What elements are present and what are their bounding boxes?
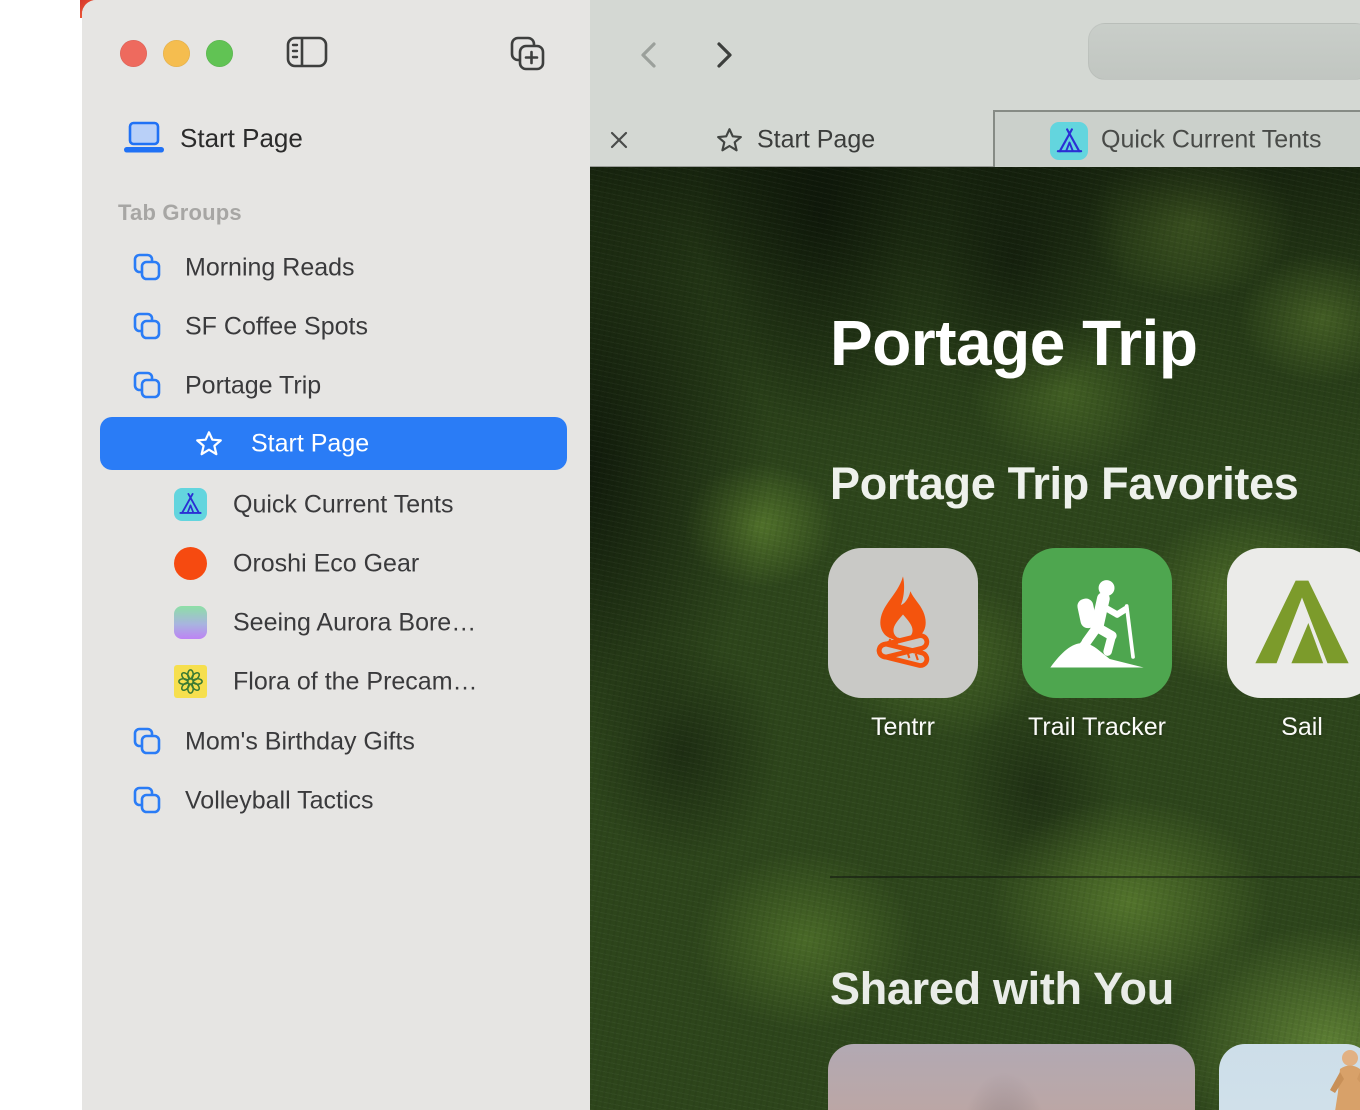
sidebar-item-morning-reads[interactable]: Morning Reads xyxy=(82,238,590,297)
tab-label: Start Page xyxy=(251,429,369,458)
sidebar-toggle-button[interactable] xyxy=(286,35,328,69)
favorite-trail-tracker[interactable]: Trail Tracker xyxy=(1022,548,1172,742)
mountain-icon xyxy=(1227,548,1360,698)
start-page: Portage Trip Portage Trip Favorites xyxy=(590,167,1360,1110)
tab-label: Seeing Aurora Bore… xyxy=(233,608,476,637)
sidebar-item-portage-trip[interactable]: Portage Trip xyxy=(82,356,590,415)
tab-group-icon xyxy=(132,252,163,283)
hiker-icon xyxy=(1022,548,1172,698)
favorite-label: Trail Tracker xyxy=(1022,713,1172,742)
sidebar-item-start-page-top[interactable]: Start Page xyxy=(122,118,303,158)
favorite-sail[interactable]: Sail xyxy=(1227,548,1360,742)
favorite-tentrr[interactable]: Tentrr xyxy=(828,548,978,742)
tab-quick-current-tents[interactable]: Quick Current Tents xyxy=(993,110,1360,167)
campfire-icon xyxy=(828,548,978,698)
sidebar-item-start-page-selected[interactable]: Start Page xyxy=(100,417,567,470)
group-label: SF Coffee Spots xyxy=(185,312,368,341)
sidebar-item-sf-coffee-spots[interactable]: SF Coffee Spots xyxy=(82,297,590,356)
plus-squares-icon xyxy=(507,33,547,73)
sidebar-item-flora-precam[interactable]: Flora of the Precam… xyxy=(82,652,590,711)
tent-app-icon xyxy=(174,488,207,521)
address-bar[interactable] xyxy=(1088,23,1360,80)
sidebar: Start Page Tab Groups Morning Reads SF C… xyxy=(82,0,590,1110)
favorite-label: Sail xyxy=(1227,713,1360,742)
fullscreen-window-button[interactable] xyxy=(206,40,233,67)
group-label: Portage Trip xyxy=(185,371,321,400)
section-divider xyxy=(830,876,1360,878)
sidebar-item-quick-current-tents[interactable]: Quick Current Tents xyxy=(82,475,590,534)
close-window-button[interactable] xyxy=(120,40,147,67)
tab-groups-header: Tab Groups xyxy=(118,200,242,226)
chevron-left-icon xyxy=(635,40,665,70)
group-label: Volleyball Tactics xyxy=(185,786,374,815)
group-label: Mom's Birthday Gifts xyxy=(185,727,415,756)
orange-circle-icon xyxy=(174,547,207,580)
start-page-label: Start Page xyxy=(180,123,303,154)
toolbar: Start Page Quick Current Tents xyxy=(590,0,1360,167)
tab-group-icon xyxy=(132,785,163,816)
tent-app-icon xyxy=(1050,122,1088,160)
safari-window: Start Page Tab Groups Morning Reads SF C… xyxy=(82,0,1360,1110)
group-label: Morning Reads xyxy=(185,253,355,282)
tab-group-icon xyxy=(132,726,163,757)
sidebar-item-moms-birthday-gifts[interactable]: Mom's Birthday Gifts xyxy=(82,712,590,771)
tab-label: Quick Current Tents xyxy=(233,490,453,519)
sidebar-icon xyxy=(286,35,328,69)
aurora-gradient-icon xyxy=(174,606,207,639)
tab-label: Quick Current Tents xyxy=(1101,125,1321,154)
flower-app-icon xyxy=(174,665,207,698)
shared-with-you-heading: Shared with You xyxy=(830,963,1174,1015)
tab-label: Oroshi Eco Gear xyxy=(233,549,419,578)
laptop-icon xyxy=(122,121,166,155)
shared-link-thumbnail-hiker[interactable] xyxy=(1219,1044,1360,1110)
close-icon xyxy=(607,128,631,152)
favorites-heading: Portage Trip Favorites xyxy=(830,458,1299,510)
tab-group-icon xyxy=(132,370,163,401)
close-tab-button[interactable] xyxy=(607,128,631,152)
back-button[interactable] xyxy=(635,40,665,70)
tab-label: Flora of the Precam… xyxy=(233,667,478,696)
tab-group-icon xyxy=(132,311,163,342)
star-icon xyxy=(195,430,223,458)
chevron-right-icon xyxy=(708,40,738,70)
shared-link-thumbnail-campfire[interactable] xyxy=(828,1044,1195,1110)
minimize-window-button[interactable] xyxy=(163,40,190,67)
backpacker-figure xyxy=(1300,1048,1360,1110)
favorite-label: Tentrr xyxy=(828,713,978,742)
sidebar-item-seeing-aurora[interactable]: Seeing Aurora Bore… xyxy=(82,593,590,652)
sidebar-item-oroshi-eco-gear[interactable]: Oroshi Eco Gear xyxy=(82,534,590,593)
forward-button[interactable] xyxy=(708,40,738,70)
page-title: Portage Trip xyxy=(830,306,1197,380)
browser-content: Start Page Quick Current Tents Portage T… xyxy=(590,0,1360,1110)
tab-start-page[interactable]: Start Page xyxy=(757,126,875,155)
new-tab-group-button[interactable] xyxy=(507,33,547,73)
star-icon xyxy=(716,127,743,154)
sidebar-item-volleyball-tactics[interactable]: Volleyball Tactics xyxy=(82,771,590,830)
